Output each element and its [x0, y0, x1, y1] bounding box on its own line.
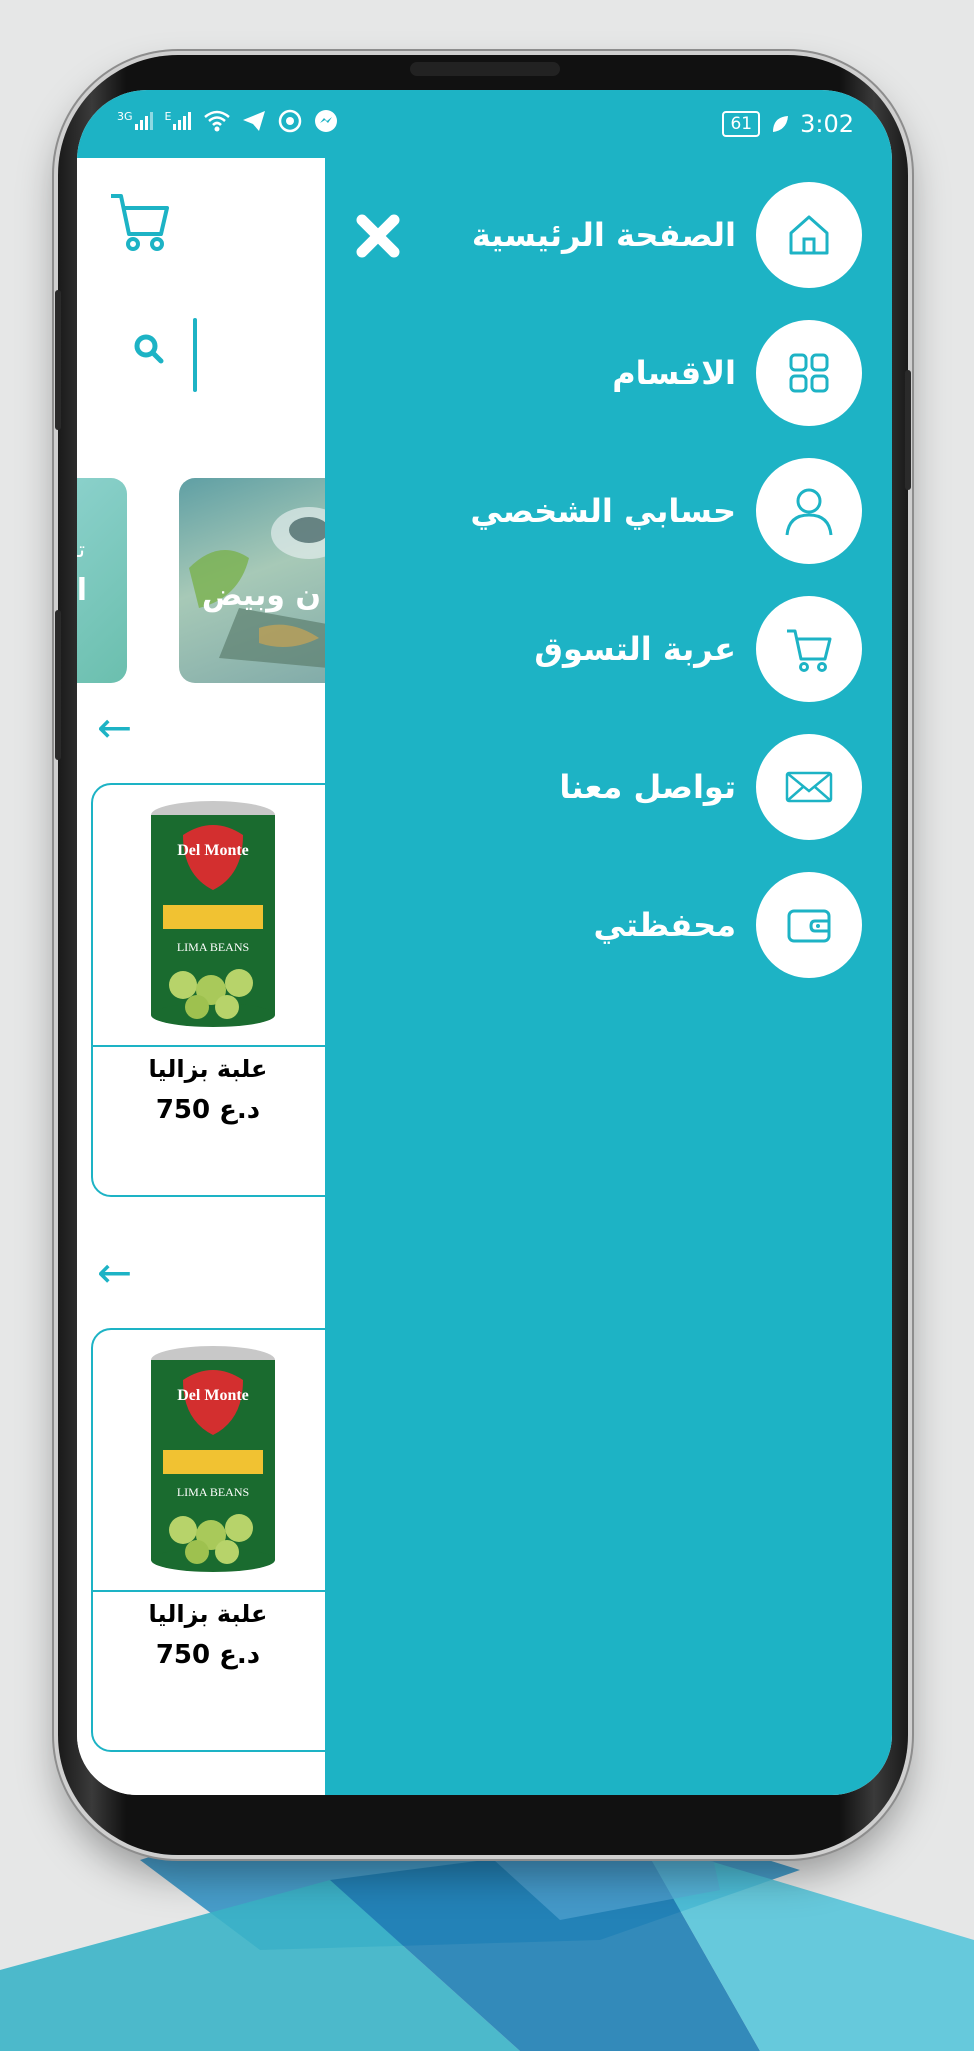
menu-item-label: تواصل معنا	[559, 768, 736, 806]
battery-indicator: 61	[722, 111, 761, 137]
product-card[interactable]: Del Monte LIMA BEANS علبة بزاليا 750 د.ع	[91, 1328, 327, 1752]
cart-icon[interactable]	[107, 190, 171, 254]
home-icon	[756, 182, 862, 288]
status-icons-left: 3G E	[117, 108, 339, 134]
network-3g-label: 3G	[117, 110, 133, 123]
user-icon	[756, 458, 862, 564]
mail-icon	[756, 734, 862, 840]
svg-text:Del Monte: Del Monte	[177, 842, 249, 859]
menu-item-label: الاقسام	[612, 354, 736, 392]
cart-icon	[756, 596, 862, 702]
banner-line-2: اد	[77, 573, 87, 608]
svg-text:LIMA BEANS: LIMA BEANS	[177, 1485, 249, 1499]
svg-text:LIMA BEANS: LIMA BEANS	[177, 940, 249, 954]
product-image: Del Monte LIMA BEANS	[151, 801, 275, 1027]
banner-title: ن وبيض	[201, 578, 321, 613]
messenger-icon	[315, 110, 338, 132]
power-button	[55, 610, 61, 760]
product-price: 750 د.ع	[155, 1640, 261, 1670]
search-icon[interactable]	[132, 332, 166, 366]
product-card[interactable]: Del Monte LIMA BEANS علبة بزاليا 750 د.ع	[91, 783, 327, 1197]
telegram-icon	[243, 111, 266, 131]
signal-e-icon: E	[165, 110, 194, 132]
card-divider	[93, 1045, 327, 1047]
grid-icon	[756, 320, 862, 426]
svg-text:Del Monte: Del Monte	[177, 1387, 249, 1404]
menu-item-label: الصفحة الرئيسية	[471, 216, 736, 254]
app-background-panel: تس اد ن وبيض ← Del Monte LIMA BEANS	[77, 158, 327, 1795]
product-name: علبة بزاليا	[148, 1600, 268, 1628]
menu-item-label: محفظتي	[593, 906, 736, 944]
product-name: علبة بزاليا	[148, 1055, 268, 1083]
menu-item-home[interactable]: الصفحة الرئيسية	[472, 182, 862, 288]
whatsapp-icon	[279, 109, 302, 133]
arrow-left-icon[interactable]: ←	[97, 703, 132, 752]
status-icons-right: 61 3:02	[722, 110, 854, 138]
earpiece-speaker	[410, 62, 560, 76]
menu-item-cart[interactable]: عربة التسوق	[534, 596, 862, 702]
product-price: 750 د.ع	[155, 1095, 261, 1125]
phone-screen: 3G E 61 3:02 ت ا ن وبيض ← Del Monte LIMA…	[77, 90, 892, 1795]
side-button-right	[905, 370, 911, 490]
search-bar[interactable]	[77, 318, 327, 398]
menu-item-categories[interactable]: الاقسام	[612, 320, 862, 426]
wifi-icon	[204, 110, 231, 132]
arrow-left-icon[interactable]: ←	[97, 1248, 132, 1297]
product-image: Del Monte LIMA BEANS	[151, 1346, 275, 1572]
close-icon[interactable]	[352, 210, 404, 262]
banner-line-1: تس	[77, 538, 85, 563]
menu-item-contact[interactable]: تواصل معنا	[559, 734, 862, 840]
leaf-icon	[773, 116, 789, 132]
menu-item-wallet[interactable]: محفظتي	[593, 872, 862, 978]
search-input-cursor[interactable]	[193, 318, 197, 392]
menu-item-label: عربة التسوق	[534, 630, 736, 668]
volume-button	[55, 290, 61, 430]
category-banner[interactable]: تس اد	[77, 478, 127, 683]
navigation-drawer: الصفحة الرئيسية الاقسام حسابي الشخصي عرب…	[325, 158, 892, 1795]
clock: 3:02	[800, 110, 854, 138]
status-bar: 3G E 61 3:02	[77, 90, 892, 158]
network-e-label: E	[164, 110, 172, 123]
signal-3g-icon: 3G	[117, 110, 155, 132]
wallet-icon	[756, 872, 862, 978]
category-banner[interactable]: ن وبيض	[179, 478, 327, 683]
card-divider	[93, 1590, 327, 1592]
menu-item-label: حسابي الشخصي	[470, 492, 736, 530]
menu-item-profile[interactable]: حسابي الشخصي	[470, 458, 862, 564]
